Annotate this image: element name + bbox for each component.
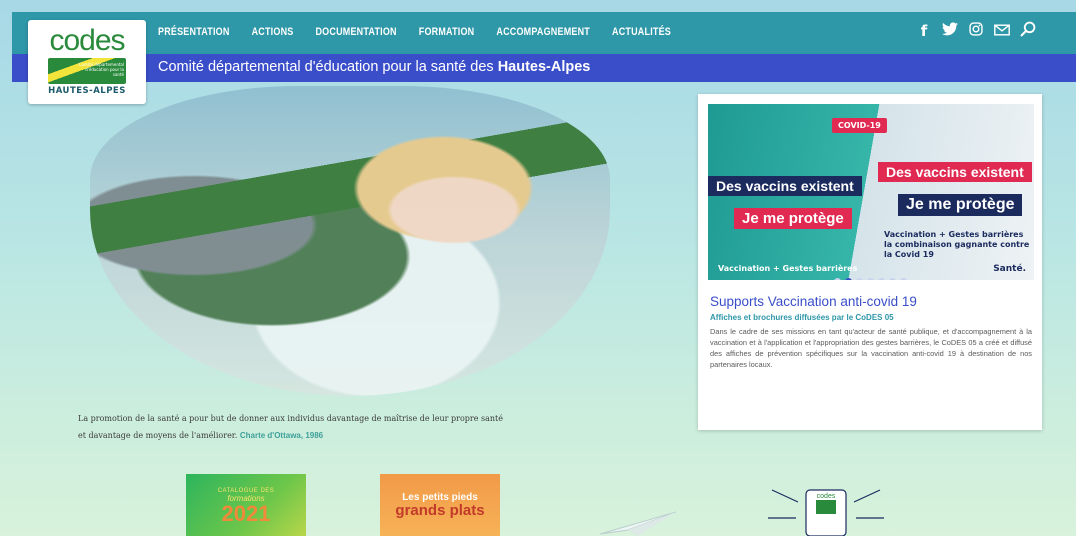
carousel-dots xyxy=(834,278,907,280)
top-navigation-bar: PRÉSENTATION ACTIONS DOCUMENTATION FORMA… xyxy=(12,12,1076,54)
news-card[interactable]: COVID-19 Des vaccins existent Je me prot… xyxy=(698,94,1042,430)
logo-wordmark: codes xyxy=(49,24,125,57)
site-logo[interactable]: codes Comité départemental d'éducation p… xyxy=(28,20,146,104)
carousel-dot[interactable] xyxy=(889,278,896,280)
nav-documentation[interactable]: DOCUMENTATION xyxy=(315,25,396,38)
quote-reference[interactable]: Charte d'Ottawa, 1986 xyxy=(240,431,323,440)
site-tagline: Comité départemental d'éducation pour la… xyxy=(158,59,591,75)
hand-logo-text: codes xyxy=(817,493,836,500)
sante-brand: Santé. xyxy=(993,264,1026,274)
nav-formation[interactable]: FORMATION xyxy=(419,25,475,38)
logo-place: HAUTES-ALPES xyxy=(48,86,126,96)
slide-left-band-2: Je me protège xyxy=(734,208,852,229)
carousel-dot[interactable] xyxy=(856,278,863,280)
logo-small-text: Comité départemental d'éducation pour la… xyxy=(78,62,124,77)
carousel-dot[interactable] xyxy=(845,278,852,280)
slide-right-small: Vaccination + Gestes barrières la combin… xyxy=(884,230,1030,259)
slide-left-small: Vaccination + Gestes barrières xyxy=(718,264,858,273)
carousel-dot[interactable] xyxy=(834,278,841,280)
tagline-bar: Comité départemental d'éducation pour la… xyxy=(12,54,1076,82)
nav-actions[interactable]: ACTIONS xyxy=(252,25,294,38)
main-nav: PRÉSENTATION ACTIONS DOCUMENTATION FORMA… xyxy=(158,25,671,38)
paper-plane-icon xyxy=(599,511,677,536)
instagram-icon[interactable] xyxy=(968,22,984,40)
slide-right-band-1: Des vaccins existent xyxy=(878,162,1032,182)
catalogue-thumbnail[interactable]: CATALOGUE DES formations 2021 xyxy=(186,474,306,536)
search-icon[interactable] xyxy=(1020,21,1036,41)
twitter-icon[interactable] xyxy=(942,22,958,40)
social-links: f xyxy=(916,21,1036,41)
petits-pieds-thumbnail[interactable]: Les petits pieds grands plats xyxy=(380,474,500,536)
nav-presentation[interactable]: PRÉSENTATION xyxy=(158,25,230,38)
carousel-slide[interactable]: COVID-19 Des vaccins existent Je me prot… xyxy=(708,104,1034,280)
card-subtitle: Affiches et brochures diffusées par le C… xyxy=(710,313,894,322)
ottawa-quote: La promotion de la santé a pour but de d… xyxy=(78,414,503,440)
phone-hand-icon: codes xyxy=(768,489,884,536)
carousel-dot[interactable] xyxy=(867,278,874,280)
slide-left-band-1: Des vaccins existent xyxy=(708,176,862,196)
nav-actualites[interactable]: ACTUALITÉS xyxy=(612,25,671,38)
card-title[interactable]: Supports Vaccination anti-covid 19 xyxy=(710,294,917,309)
slide-right-band-2: Je me protège xyxy=(898,194,1023,216)
card-body: Dans le cadre de ses missions en tant qu… xyxy=(710,327,1032,369)
hero-image xyxy=(90,86,610,396)
facebook-icon[interactable]: f xyxy=(916,22,932,40)
carousel-dot[interactable] xyxy=(900,278,907,280)
carousel-dot[interactable] xyxy=(878,278,885,280)
covid-label: COVID-19 xyxy=(832,118,887,133)
mail-icon[interactable] xyxy=(994,22,1010,40)
nav-accompagnement[interactable]: ACCOMPAGNEMENT xyxy=(496,25,590,38)
